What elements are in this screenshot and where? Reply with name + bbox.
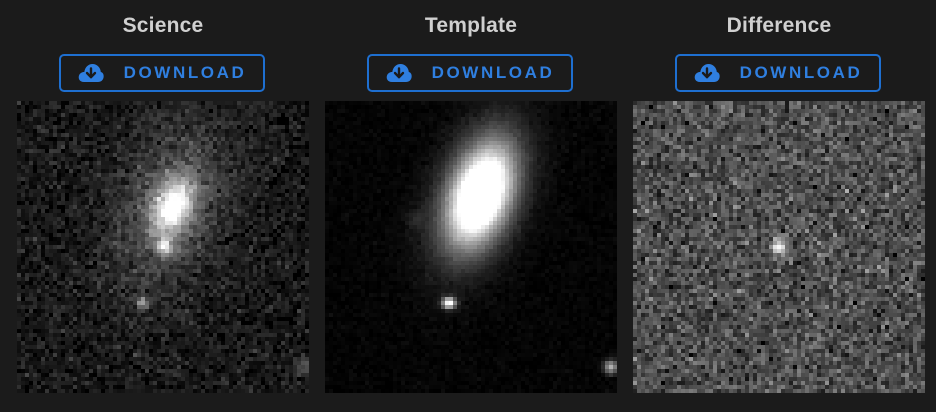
download-label: DOWNLOAD — [431, 63, 555, 82]
difference-panel: Difference DOWNLOAD — [633, 0, 925, 412]
cutout-panels: Science DOWNLOAD Template DOWNLOAD Diffe… — [0, 0, 936, 412]
cloud-download-icon — [78, 62, 104, 84]
science-image — [17, 101, 309, 393]
panel-title-science: Science — [122, 14, 204, 37]
cloud-download-icon — [694, 62, 720, 84]
difference-image — [633, 101, 925, 393]
template-image — [325, 101, 617, 393]
panel-title-difference: Difference — [726, 14, 832, 37]
science-panel: Science DOWNLOAD — [17, 0, 309, 412]
template-panel: Template DOWNLOAD — [325, 0, 617, 412]
panel-title-template: Template — [424, 14, 518, 37]
download-label: DOWNLOAD — [123, 63, 247, 82]
download-label: DOWNLOAD — [739, 63, 863, 82]
science-download-button[interactable]: DOWNLOAD — [59, 54, 265, 92]
cloud-download-icon — [386, 62, 412, 84]
difference-download-button[interactable]: DOWNLOAD — [675, 54, 881, 92]
template-download-button[interactable]: DOWNLOAD — [367, 54, 573, 92]
